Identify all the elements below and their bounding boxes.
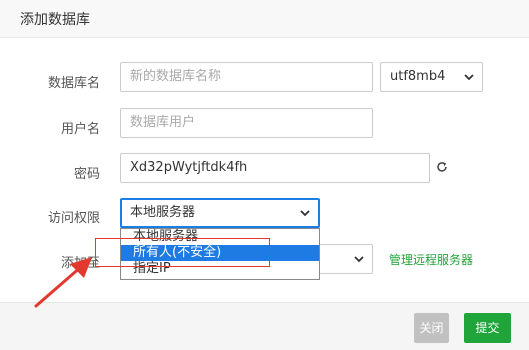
annotation-arrow-icon — [34, 257, 92, 308]
dialog-header: 添加数据库 — [0, 0, 529, 38]
db-name-label: 数据库名 — [47, 76, 100, 91]
access-label: 访问权限 — [47, 211, 100, 226]
chevron-down-icon — [464, 74, 474, 81]
submit-button[interactable]: 提交 — [464, 313, 511, 343]
user-label: 用户名 — [60, 122, 100, 137]
highlight-box — [95, 238, 270, 267]
charset-value: utf8mb4 — [390, 69, 446, 84]
access-select[interactable]: 本地服务器 — [120, 198, 320, 228]
dialog-title: 添加数据库 — [20, 12, 90, 28]
chevron-down-icon — [300, 210, 310, 217]
chevron-down-icon — [354, 256, 364, 263]
charset-select[interactable]: utf8mb4 — [380, 62, 483, 92]
close-button[interactable]: 关闭 — [414, 313, 449, 343]
refresh-icon[interactable] — [436, 161, 448, 173]
password-label: 密码 — [73, 167, 100, 182]
db-name-input[interactable]: 新的数据库名称 — [120, 62, 373, 92]
password-input[interactable]: Xd32pWytjftdk4fh — [120, 153, 430, 183]
manage-remote-servers-link[interactable]: 管理远程服务器 — [389, 251, 473, 268]
access-value: 本地服务器 — [130, 205, 196, 220]
user-input[interactable]: 数据库用户 — [120, 108, 373, 138]
